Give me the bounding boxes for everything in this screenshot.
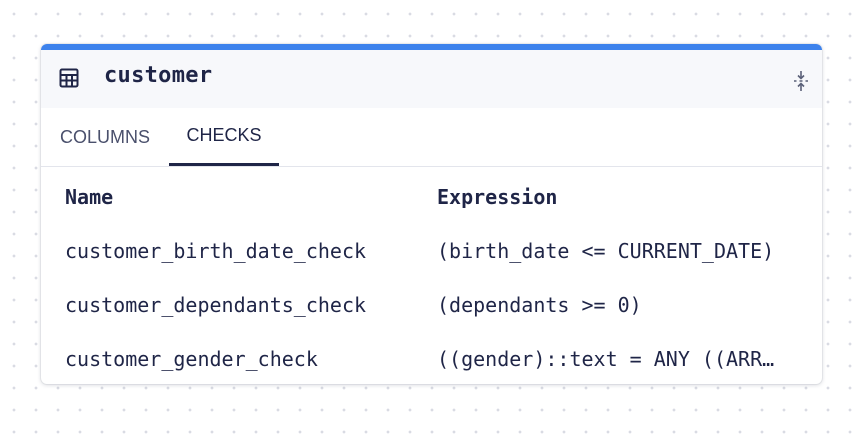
check-expression: (dependants >= 0) <box>437 293 642 317</box>
tab-bar: COLUMNS CHECKS <box>41 108 822 167</box>
card-header: customer <box>41 50 822 108</box>
check-name: customer_dependants_check <box>65 293 367 317</box>
collapse-icon[interactable] <box>790 70 812 92</box>
table-row[interactable]: customer_birth_date_check (birth_date <=… <box>41 239 822 269</box>
table-title: customer <box>104 63 213 88</box>
tab-columns[interactable]: COLUMNS <box>41 108 169 166</box>
check-name: customer_gender_check <box>65 347 318 371</box>
table-card: customer COLUMNS CHECKS Name Expression … <box>41 44 822 384</box>
check-expression: (birth_date <= CURRENT_DATE) <box>437 239 775 263</box>
check-name: customer_birth_date_check <box>65 239 367 263</box>
table-icon <box>59 68 79 88</box>
column-header-expression: Expression <box>437 185 558 209</box>
table-row[interactable]: customer_gender_check ((gender)::text = … <box>41 347 822 377</box>
check-expression: ((gender)::text = ANY ((ARR… <box>437 347 775 371</box>
column-header-name: Name <box>65 185 114 209</box>
tab-checks[interactable]: CHECKS <box>169 108 279 166</box>
table-header-row: Name Expression <box>41 185 822 215</box>
table-row[interactable]: customer_dependants_check (dependants >=… <box>41 293 822 323</box>
